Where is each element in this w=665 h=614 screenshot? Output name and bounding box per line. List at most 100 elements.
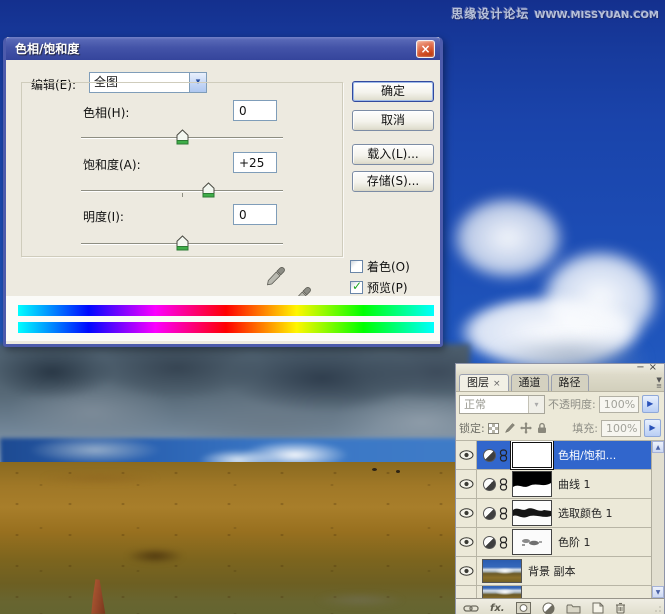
spectrum-bar-adjusted (18, 322, 434, 333)
layer-mask-thumbnail[interactable] (512, 529, 552, 555)
scroll-up-icon[interactable]: ▲ (652, 441, 664, 453)
visibility-toggle[interactable] (456, 528, 477, 556)
layer-name[interactable]: 色阶 1 (558, 534, 591, 550)
preview-label: 预览(P) (367, 281, 408, 295)
sliders-groupbox (21, 82, 343, 257)
new-adjustment-layer-icon[interactable] (542, 601, 555, 614)
visibility-toggle[interactable] (456, 470, 477, 498)
blend-mode-dropdown[interactable]: 正常 ▾ (459, 394, 545, 414)
distant-animal (396, 470, 400, 473)
visibility-toggle[interactable] (456, 499, 477, 527)
eye-icon (459, 537, 473, 547)
checkmark-icon: ✓ (352, 279, 363, 293)
visibility-toggle[interactable] (456, 557, 477, 585)
chevron-down-icon[interactable]: ▾ (528, 395, 544, 413)
checkbox-box[interactable] (350, 260, 363, 273)
lock-transparency-icon[interactable] (488, 422, 500, 434)
opacity-field[interactable]: 100% (598, 395, 639, 413)
opacity-spinner-icon[interactable]: ▶ (641, 395, 659, 413)
panel-menu-icon[interactable]: ▼ ≡ (656, 377, 662, 390)
new-layer-icon[interactable] (592, 601, 604, 614)
layer-mask-thumbnail[interactable] (512, 442, 552, 468)
panel-resize-grip[interactable] (652, 605, 662, 614)
layer-row-selective-color[interactable]: 选取颜色 1 (456, 499, 664, 528)
saturation-slider-thumb[interactable] (202, 182, 215, 198)
checkbox-box[interactable]: ✓ (350, 279, 363, 294)
layer-list: 色相/饱和... 曲线 1 选取颜色 1 色阶 1 背景 副本 ▲ ▼ (456, 440, 664, 598)
dialog-titlebar[interactable]: 色相/饱和度 × (6, 37, 440, 60)
lock-row: 锁定: 填充: 100% ▶ (456, 416, 664, 440)
eye-icon (459, 566, 473, 576)
layer-style-fx-icon[interactable]: fx. (490, 601, 505, 614)
fill-field[interactable]: 100% (601, 419, 641, 437)
tab-channels[interactable]: 通道 (510, 374, 549, 391)
panel-header[interactable]: −× (456, 362, 664, 374)
layer-image-thumbnail[interactable] (482, 586, 522, 598)
layer-row-background-copy[interactable]: 背景 副本 (456, 557, 664, 586)
lock-all-icon[interactable] (536, 422, 548, 434)
mask-link-icon (499, 477, 508, 491)
adjustment-layer-icon[interactable] (483, 477, 496, 491)
delete-layer-trash-icon[interactable] (615, 601, 626, 614)
blend-mode-value: 正常 (464, 397, 486, 411)
close-icon: × (420, 41, 431, 56)
tab-close-icon[interactable]: × (493, 379, 501, 389)
eyedropper-icon[interactable] (266, 266, 286, 286)
layer-name[interactable]: 背景 副本 (528, 563, 576, 579)
grass-highlight (20, 470, 180, 486)
add-layer-mask-icon[interactable] (515, 601, 531, 614)
layer-row-levels[interactable]: 色阶 1 (456, 528, 664, 557)
watermark: 思缘设计论坛 WWW.MISSYUAN.COM (451, 5, 659, 22)
lightness-slider-thumb[interactable] (176, 235, 189, 251)
tab-paths[interactable]: 路径 (550, 374, 589, 391)
visibility-toggle[interactable] (456, 586, 477, 598)
layer-name[interactable]: 色相/饱和... (558, 447, 616, 463)
ok-button[interactable]: 确定 (352, 81, 434, 102)
layer-row-hue-saturation[interactable]: 色相/饱和... (456, 441, 664, 470)
adjustment-layer-icon[interactable] (483, 506, 496, 520)
lock-position-move-icon[interactable] (519, 422, 532, 434)
new-group-folder-icon[interactable] (566, 601, 581, 614)
tab-layers[interactable]: 图层 × (459, 374, 509, 391)
layer-image-thumbnail[interactable] (482, 559, 522, 583)
saturation-input[interactable] (233, 152, 277, 173)
fill-spinner-icon[interactable]: ▶ (644, 419, 661, 437)
panel-window-controls[interactable]: −× (636, 362, 661, 373)
lightness-input[interactable] (233, 204, 277, 225)
layer-row-background-partial[interactable] (456, 586, 664, 598)
blend-mode-row: 正常 ▾ 不透明度: 100% ▶ (456, 392, 664, 416)
slider-center-tick (182, 193, 183, 197)
load-button[interactable]: 载入(L)... (352, 144, 434, 165)
opacity-label: 不透明度: (548, 398, 596, 411)
adjustment-layer-icon[interactable] (483, 448, 496, 462)
close-icon[interactable]: × (649, 362, 661, 373)
layer-name[interactable]: 曲线 1 (558, 476, 591, 492)
saturation-label: 饱和度(A): (83, 158, 141, 172)
dialog-title: 色相/饱和度 (15, 42, 80, 56)
minimize-icon[interactable]: − (636, 362, 648, 373)
mask-link-icon (499, 506, 508, 520)
close-button[interactable]: × (416, 39, 435, 58)
hue-slider[interactable] (81, 129, 283, 145)
save-button[interactable]: 存储(S)... (352, 171, 434, 192)
lightness-slider[interactable] (81, 235, 283, 251)
layer-name[interactable]: 选取颜色 1 (558, 505, 613, 521)
cancel-button[interactable]: 取消 (352, 110, 434, 131)
layer-row-curves[interactable]: 曲线 1 (456, 470, 664, 499)
adjustment-layer-icon[interactable] (483, 535, 496, 549)
colorize-checkbox[interactable]: 着色(O) (350, 258, 410, 275)
saturation-slider[interactable] (81, 182, 283, 198)
layer-list-scrollbar[interactable]: ▲ ▼ (651, 441, 664, 598)
watermark-site: 思缘设计论坛 (451, 7, 530, 21)
hue-input[interactable] (233, 100, 277, 121)
lock-pixels-brush-icon[interactable] (504, 422, 516, 434)
hue-slider-thumb[interactable] (176, 129, 189, 145)
layer-mask-thumbnail[interactable] (512, 471, 552, 497)
link-layers-icon[interactable] (463, 601, 479, 614)
visibility-toggle[interactable] (456, 441, 477, 469)
preview-checkbox[interactable]: ✓ 预览(P) (350, 279, 408, 296)
dialog-body: 编辑(E): 全图 ▾ 色相(H): 饱和度(A): (6, 60, 440, 341)
scroll-down-icon[interactable]: ▼ (652, 586, 664, 598)
grass-stones (300, 590, 420, 610)
layer-mask-thumbnail[interactable] (512, 500, 552, 526)
